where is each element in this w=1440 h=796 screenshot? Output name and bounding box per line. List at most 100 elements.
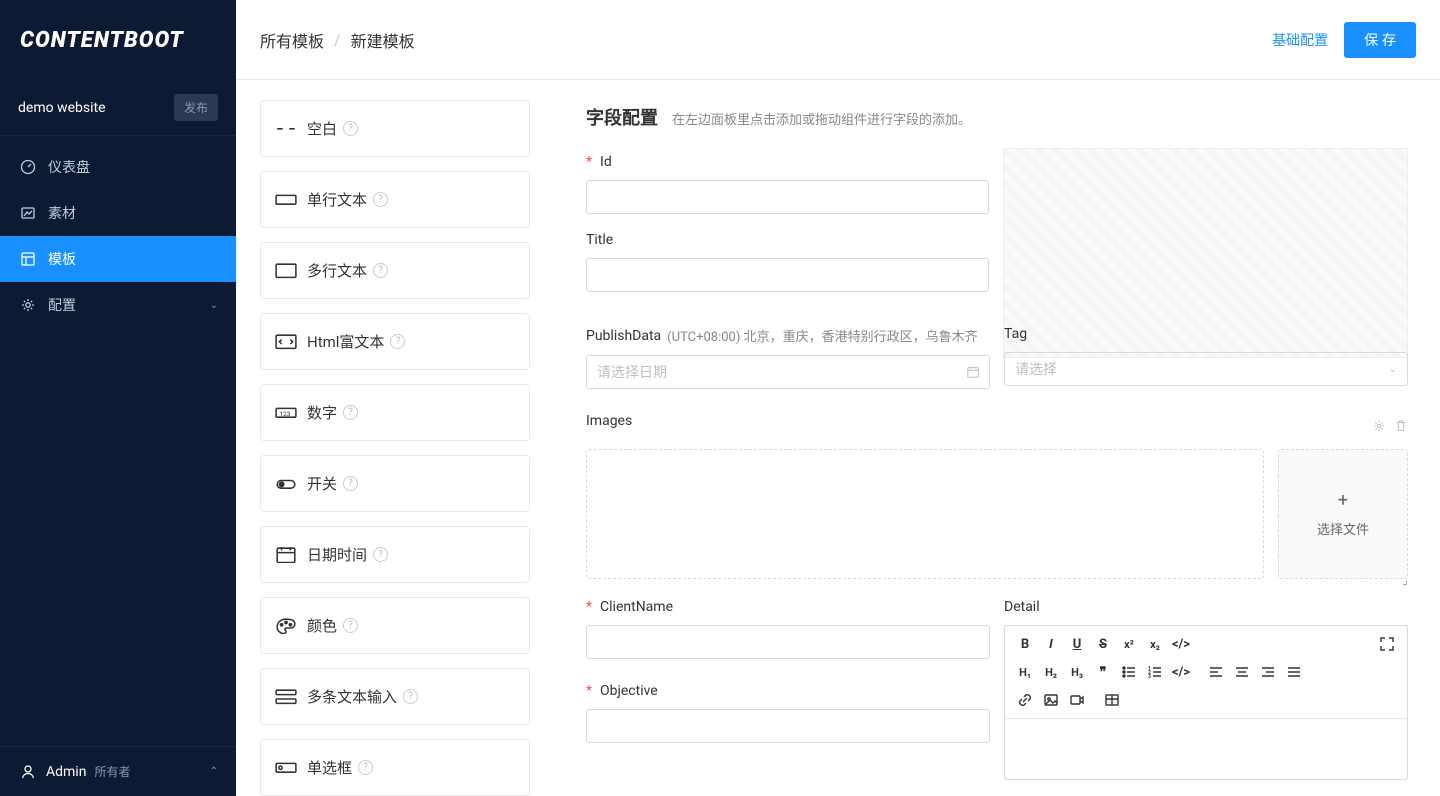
comp-color[interactable]: 颜色 ?	[260, 597, 530, 654]
h1-button[interactable]: H₁	[1013, 660, 1037, 684]
nav-label: 仪表盘	[48, 157, 90, 177]
help-icon[interactable]: ?	[390, 334, 405, 349]
help-icon[interactable]: ?	[373, 547, 388, 562]
nav-template[interactable]: 模板	[0, 236, 236, 282]
help-icon[interactable]: ?	[343, 121, 358, 136]
comp-multi-input[interactable]: 多条文本输入 ?	[260, 668, 530, 725]
field-label-publishdata: PublishData (UTC+08:00) 北京，重庆，香港特别行政区，乌鲁…	[586, 326, 990, 345]
basic-config-link[interactable]: 基础配置	[1272, 30, 1328, 50]
id-input[interactable]	[586, 180, 989, 214]
comp-label: 数字	[307, 402, 337, 423]
comp-multi-text[interactable]: 多行文本 ?	[260, 242, 530, 299]
comp-blank[interactable]: 空白 ?	[260, 100, 530, 157]
multi-text-icon	[275, 262, 297, 280]
palette-icon	[275, 617, 297, 635]
field-clientname: *ClientName *Objective	[586, 599, 990, 780]
trash-icon[interactable]	[1394, 419, 1408, 433]
subscript-button[interactable]: x₂	[1143, 632, 1167, 656]
align-justify-button[interactable]	[1282, 660, 1306, 684]
gear-icon[interactable]	[1372, 419, 1386, 433]
help-icon[interactable]: ?	[403, 689, 418, 704]
clientname-input[interactable]	[586, 625, 990, 659]
help-icon[interactable]: ?	[373, 192, 388, 207]
field-tag: Tag 请选择 ⌄	[1004, 326, 1408, 389]
align-center-button[interactable]	[1230, 660, 1254, 684]
link-button[interactable]	[1013, 688, 1037, 712]
codeblock-button[interactable]: </>	[1169, 660, 1193, 684]
h2-button[interactable]: H₂	[1039, 660, 1063, 684]
nav-dashboard[interactable]: 仪表盘	[0, 144, 236, 190]
publish-button[interactable]: 发布	[174, 94, 218, 121]
comp-switch[interactable]: 开关 ?	[260, 455, 530, 512]
table-button[interactable]	[1100, 688, 1124, 712]
italic-button[interactable]: I	[1039, 632, 1063, 656]
quote-button[interactable]: ❞	[1091, 660, 1115, 684]
component-palette: 空白 ? 单行文本 ? 多行文本 ? Html富文本 ?	[236, 80, 554, 796]
video-button[interactable]	[1065, 688, 1089, 712]
select-placeholder: 请选择	[1015, 359, 1057, 379]
help-icon[interactable]: ?	[373, 263, 388, 278]
align-right-button[interactable]	[1256, 660, 1280, 684]
field-label-images: Images	[586, 413, 632, 429]
field-label-title: Title	[586, 232, 989, 248]
section-header: 字段配置 在左边面板里点击添加或拖动组件进行字段的添加。	[586, 104, 1408, 130]
material-icon	[20, 205, 36, 221]
title-input[interactable]	[586, 258, 989, 292]
calendar-icon	[275, 546, 297, 564]
strike-button[interactable]: S	[1091, 632, 1115, 656]
comp-label: Html富文本	[307, 331, 384, 352]
plus-icon: +	[1338, 490, 1348, 511]
align-left-button[interactable]	[1204, 660, 1228, 684]
comp-number[interactable]: 123 数字 ?	[260, 384, 530, 441]
single-text-icon	[275, 191, 297, 209]
nav: 仪表盘 素材 模板 配置 ⌄	[0, 136, 236, 746]
publishdata-input[interactable]	[586, 355, 990, 389]
help-icon[interactable]: ?	[343, 476, 358, 491]
help-icon[interactable]: ?	[343, 405, 358, 420]
nav-label: 模板	[48, 249, 76, 269]
nav-material[interactable]: 素材	[0, 190, 236, 236]
breadcrumb-parent[interactable]: 所有模板	[260, 28, 324, 52]
underline-button[interactable]: U	[1065, 632, 1089, 656]
multi-input-icon	[275, 688, 297, 706]
comp-datetime[interactable]: 日期时间 ?	[260, 526, 530, 583]
help-icon[interactable]: ?	[358, 760, 373, 775]
editor-body[interactable]	[1005, 719, 1407, 779]
nav-config[interactable]: 配置 ⌄	[0, 282, 236, 328]
comp-single-text[interactable]: 单行文本 ?	[260, 171, 530, 228]
fullscreen-button[interactable]	[1375, 632, 1399, 656]
ul-button[interactable]	[1117, 660, 1141, 684]
comp-html-rich[interactable]: Html富文本 ?	[260, 313, 530, 370]
field-images: Images + 选择文件 ⌟	[586, 413, 1408, 579]
breadcrumb-current: 新建模板	[351, 28, 415, 52]
code-button[interactable]: </>	[1169, 632, 1193, 656]
switch-icon	[275, 475, 297, 493]
image-dropzone[interactable]	[586, 449, 1264, 579]
template-icon	[20, 251, 36, 267]
field-publishdata: PublishData (UTC+08:00) 北京，重庆，香港特别行政区，乌鲁…	[586, 326, 990, 389]
nav-label: 配置	[48, 295, 76, 315]
ol-button[interactable]: 123	[1143, 660, 1167, 684]
image-upload-button[interactable]: + 选择文件	[1278, 449, 1408, 579]
user-menu[interactable]: Admin 所有者 ⌃	[0, 746, 236, 796]
comp-radio[interactable]: 单选框 ?	[260, 739, 530, 796]
superscript-button[interactable]: x²	[1117, 632, 1141, 656]
chevron-up-icon: ⌃	[210, 766, 218, 777]
tag-select[interactable]: 请选择 ⌄	[1004, 352, 1408, 386]
header-actions: 基础配置 保 存	[1272, 22, 1416, 58]
bold-button[interactable]: B	[1013, 632, 1037, 656]
dashboard-icon	[20, 159, 36, 175]
breadcrumb-sep: /	[334, 30, 341, 49]
h3-button[interactable]: H₃	[1065, 660, 1089, 684]
main: 所有模板 / 新建模板 基础配置 保 存 空白 ? 单行文本 ?	[236, 0, 1440, 796]
image-button[interactable]	[1039, 688, 1063, 712]
svg-text:123: 123	[279, 410, 290, 418]
field-label-clientname: *ClientName	[586, 599, 990, 615]
chevron-down-icon: ⌄	[1389, 364, 1397, 375]
save-button[interactable]: 保 存	[1344, 22, 1416, 58]
nav-label: 素材	[48, 203, 76, 223]
objective-input[interactable]	[586, 709, 990, 743]
resize-handle-icon[interactable]: ⌟	[1402, 573, 1408, 587]
help-icon[interactable]: ?	[343, 618, 358, 633]
field-label-id: *Id	[586, 154, 989, 170]
